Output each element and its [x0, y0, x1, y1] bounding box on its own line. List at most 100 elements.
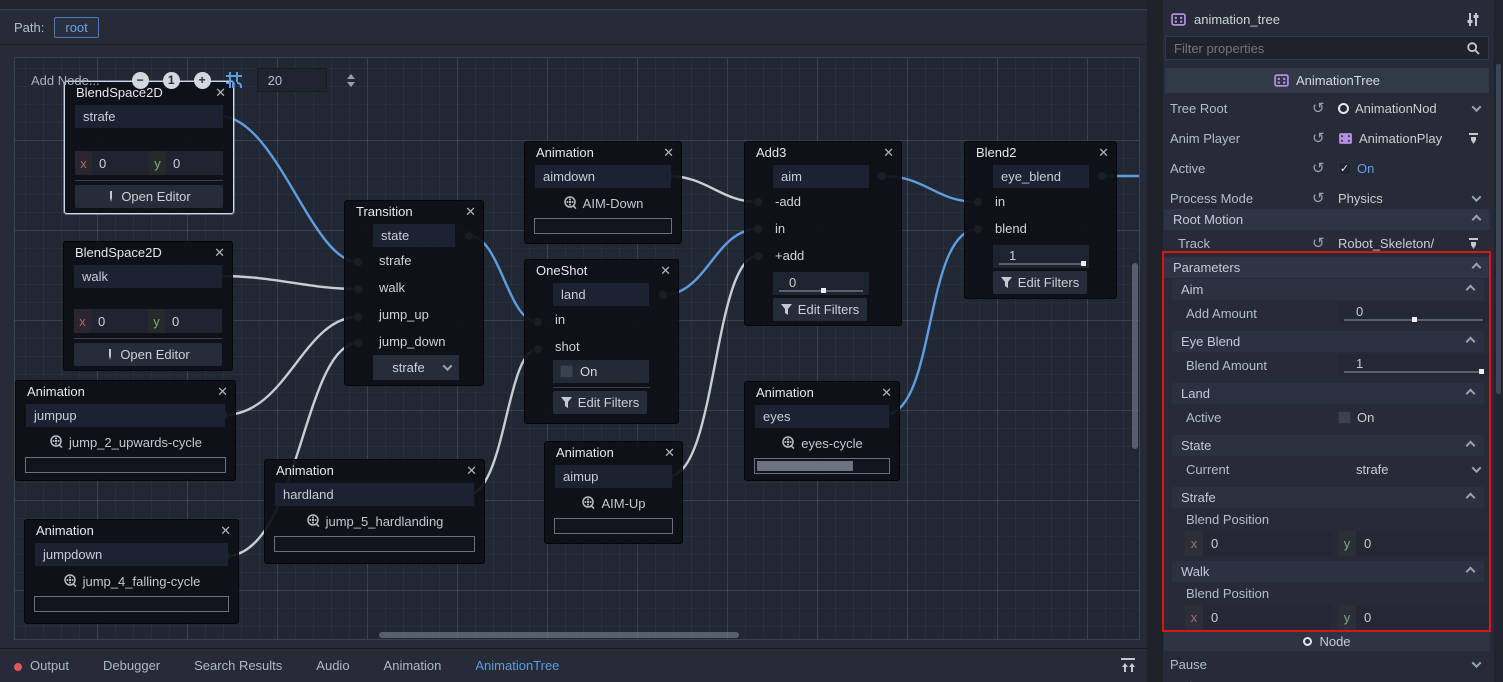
- property-root-motion-track[interactable]: Track ↺ Robot_Skeleton/: [1164, 230, 1490, 256]
- node-transition[interactable]: Transition ✕ state strafe walk jump_up j…: [344, 200, 484, 386]
- snap-icon[interactable]: [225, 71, 243, 89]
- section-root-motion[interactable]: Root Motion: [1164, 209, 1490, 230]
- zoom-reset-button[interactable]: 1: [163, 72, 180, 89]
- node-add3-aim[interactable]: Add3 ✕ aim -add in +add 0 Edit Filters: [744, 141, 902, 326]
- edit-filters-button[interactable]: Edit Filters: [773, 298, 867, 321]
- y-value[interactable]: 0: [1356, 605, 1488, 630]
- section-eye-blend[interactable]: Eye Blend: [1172, 331, 1484, 352]
- node-animation-hardland[interactable]: Animation ✕ hardland jump_5_hardlanding: [264, 459, 485, 564]
- node-name-field[interactable]: eyes: [755, 405, 889, 428]
- open-editor-button[interactable]: Open Editor: [75, 185, 223, 208]
- zoom-out-button[interactable]: −: [132, 72, 149, 89]
- checkbox-unchecked[interactable]: [1338, 411, 1351, 424]
- section-state[interactable]: State: [1172, 435, 1484, 456]
- spinbox-arrows[interactable]: [347, 74, 355, 87]
- y-value[interactable]: 0: [166, 151, 223, 175]
- node-name-field[interactable]: land: [553, 283, 649, 306]
- node-animation-jumpdown[interactable]: Animation ✕ jumpdown jump_4_falling-cycl…: [24, 519, 239, 624]
- inspector-scrollbar[interactable]: [1494, 0, 1503, 682]
- node-animation-aimup[interactable]: Animation ✕ aimup AIM-Up: [544, 441, 683, 544]
- close-icon[interactable]: ✕: [217, 385, 228, 398]
- property-active[interactable]: Active ↺ ✓On: [1164, 153, 1490, 183]
- node-name-field[interactable]: walk: [74, 265, 222, 288]
- x-value[interactable]: 0: [91, 309, 148, 333]
- close-icon[interactable]: ✕: [214, 246, 225, 259]
- class-header-animation-tree[interactable]: AnimationTree: [1165, 68, 1489, 93]
- close-icon[interactable]: ✕: [883, 146, 894, 159]
- filter-properties-box[interactable]: [1165, 36, 1489, 60]
- tab-animation-tree[interactable]: AnimationTree: [475, 658, 559, 673]
- y-value[interactable]: 0: [165, 309, 222, 333]
- node-oneshot-land[interactable]: OneShot ✕ land in shot On Edit Filters: [524, 259, 679, 424]
- x-value[interactable]: 0: [92, 151, 149, 175]
- revert-icon[interactable]: ↺: [1312, 129, 1325, 147]
- chevron-down-icon[interactable]: [1472, 192, 1482, 202]
- node-name-field[interactable]: jumpup: [26, 404, 225, 427]
- property-aim-add-amount[interactable]: Add Amount 0: [1164, 300, 1490, 326]
- node-animation-jumpup[interactable]: Animation ✕ jumpup jump_2_upwards-cycle: [15, 380, 236, 481]
- open-editor-button[interactable]: Open Editor: [74, 343, 222, 366]
- close-icon[interactable]: ✕: [220, 524, 231, 537]
- property-anim-player[interactable]: Anim Player ↺ AnimationPlay: [1164, 123, 1490, 153]
- oneshot-active-toggle[interactable]: On: [553, 360, 649, 383]
- blend-amount-slider[interactable]: 1: [993, 245, 1089, 268]
- tab-search-results[interactable]: Search Results: [194, 658, 282, 673]
- revert-icon[interactable]: ↺: [1312, 99, 1325, 117]
- checkbox-unchecked[interactable]: [560, 365, 573, 378]
- edit-path-icon[interactable]: [1467, 132, 1480, 145]
- path-root-button[interactable]: root: [54, 17, 98, 38]
- property-eye-blend-amount[interactable]: Blend Amount 1: [1164, 352, 1490, 378]
- revert-icon[interactable]: ↺: [1312, 234, 1325, 252]
- snap-amount-spinbox[interactable]: 20: [257, 68, 327, 92]
- inspector-tools-icon[interactable]: [1466, 12, 1480, 27]
- zoom-in-button[interactable]: +: [194, 72, 211, 89]
- node-name-field[interactable]: state: [373, 224, 455, 247]
- expand-bottom-panel-icon[interactable]: [1119, 657, 1137, 673]
- graph-vscrollbar[interactable]: [1132, 263, 1138, 449]
- section-node[interactable]: Node: [1164, 632, 1490, 651]
- blend-tree-graph[interactable]: Add Node... − 1 + 20: [14, 57, 1140, 640]
- node-blend2-eye-blend[interactable]: Blend2 ✕ eye_blend in blend 1 Edit Filte…: [964, 141, 1117, 299]
- node-name-field[interactable]: strafe: [75, 105, 223, 128]
- close-icon[interactable]: ✕: [663, 146, 674, 159]
- tab-debugger[interactable]: Debugger: [103, 658, 160, 673]
- add-node-button[interactable]: Add Node...: [31, 73, 100, 88]
- tab-output[interactable]: Output: [14, 658, 69, 673]
- revert-icon[interactable]: ↺: [1312, 189, 1325, 207]
- graph-hscrollbar[interactable]: [379, 632, 739, 638]
- edit-path-icon[interactable]: [1467, 237, 1480, 250]
- node-name-field[interactable]: aimup: [555, 465, 672, 488]
- node-name-field[interactable]: jumpdown: [35, 543, 228, 566]
- checkbox-checked[interactable]: ✓: [1338, 162, 1351, 175]
- node-name-field[interactable]: eye_blend: [993, 165, 1089, 188]
- edit-filters-button[interactable]: Edit Filters: [993, 271, 1087, 294]
- close-icon[interactable]: ✕: [664, 446, 675, 459]
- edit-filters-button[interactable]: Edit Filters: [553, 391, 647, 414]
- section-land[interactable]: Land: [1172, 383, 1484, 404]
- x-value[interactable]: 0: [1203, 531, 1331, 556]
- x-value[interactable]: 0: [1203, 605, 1331, 630]
- close-icon[interactable]: ✕: [1098, 146, 1109, 159]
- y-value[interactable]: 0: [1356, 531, 1488, 556]
- node-blendspace2d-walk[interactable]: BlendSpace2D ✕ walk x 0 y 0 Open Editor: [63, 241, 233, 371]
- filter-properties-input[interactable]: [1174, 41, 1467, 56]
- section-parameters[interactable]: Parameters: [1164, 257, 1490, 278]
- transition-state-dropdown[interactable]: strafe: [373, 355, 459, 380]
- node-animation-aimdown[interactable]: Animation ✕ aimdown AIM-Down: [524, 141, 682, 244]
- revert-icon[interactable]: ↺: [1312, 159, 1325, 177]
- section-script-partial[interactable]: Script: [1164, 676, 1490, 682]
- section-aim[interactable]: Aim: [1172, 279, 1484, 300]
- add-amount-slider[interactable]: 0: [773, 272, 869, 295]
- close-icon[interactable]: ✕: [660, 264, 671, 277]
- node-name-field[interactable]: aimdown: [535, 165, 671, 188]
- property-state-current[interactable]: Current strafe: [1164, 456, 1490, 482]
- node-name-field[interactable]: hardland: [275, 483, 474, 506]
- close-icon[interactable]: ✕: [466, 464, 477, 477]
- close-icon[interactable]: ✕: [465, 205, 476, 218]
- section-pause[interactable]: Pause: [1164, 652, 1490, 676]
- property-land-active[interactable]: Active On: [1164, 404, 1490, 430]
- node-name-field[interactable]: aim: [773, 165, 869, 188]
- section-strafe[interactable]: Strafe: [1172, 487, 1484, 508]
- close-icon[interactable]: ✕: [881, 386, 892, 399]
- tab-animation[interactable]: Animation: [384, 658, 442, 673]
